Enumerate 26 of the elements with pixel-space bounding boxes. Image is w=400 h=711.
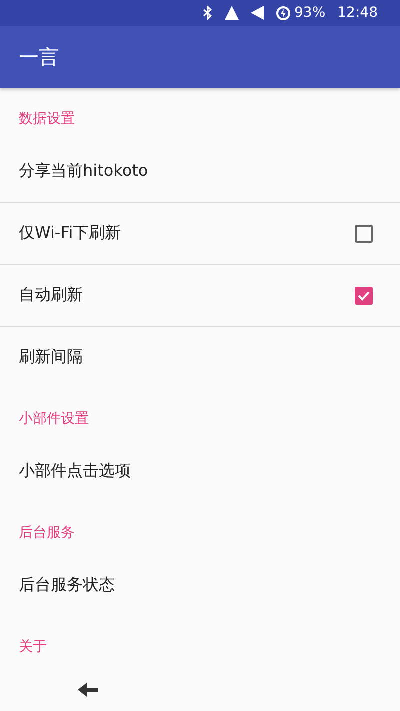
- setting-label: 分享当前hitokoto: [19, 160, 148, 182]
- setting-label: 自动刷新: [19, 285, 83, 306]
- setting-label: 小部件点击选项: [19, 460, 131, 482]
- clock-time: 12:48: [338, 5, 378, 21]
- checkbox[interactable]: [355, 286, 373, 304]
- section-header: 小部件设置: [19, 411, 89, 427]
- setting-item[interactable]: 小部件点击选项: [0, 440, 400, 502]
- setting-item[interactable]: 刷新间隔: [0, 326, 400, 388]
- checkmark-icon: [358, 290, 370, 300]
- signal-icon: [224, 6, 239, 20]
- setting-item[interactable]: 后台服务状态: [0, 554, 400, 616]
- setting-item[interactable]: 自动刷新: [0, 264, 400, 326]
- section-header: 数据设置: [19, 111, 75, 127]
- section-header: 后台服务: [19, 525, 75, 541]
- setting-item[interactable]: 分享当前hitokoto: [0, 140, 400, 202]
- setting-item[interactable]: 仅Wi-Fi下刷新: [0, 202, 400, 264]
- section-header: 关于: [19, 639, 47, 655]
- battery-percent: 93%: [294, 5, 326, 21]
- checkbox[interactable]: [355, 224, 373, 242]
- bluetooth-icon: [202, 6, 213, 20]
- battery-icon: [276, 6, 291, 20]
- setting-label: 刷新间隔: [19, 347, 83, 368]
- setting-label: 仅Wi-Fi下刷新: [19, 223, 122, 244]
- back-icon[interactable]: [78, 682, 98, 696]
- app-title: 一言: [19, 44, 59, 70]
- setting-label: 后台服务状态: [19, 574, 115, 596]
